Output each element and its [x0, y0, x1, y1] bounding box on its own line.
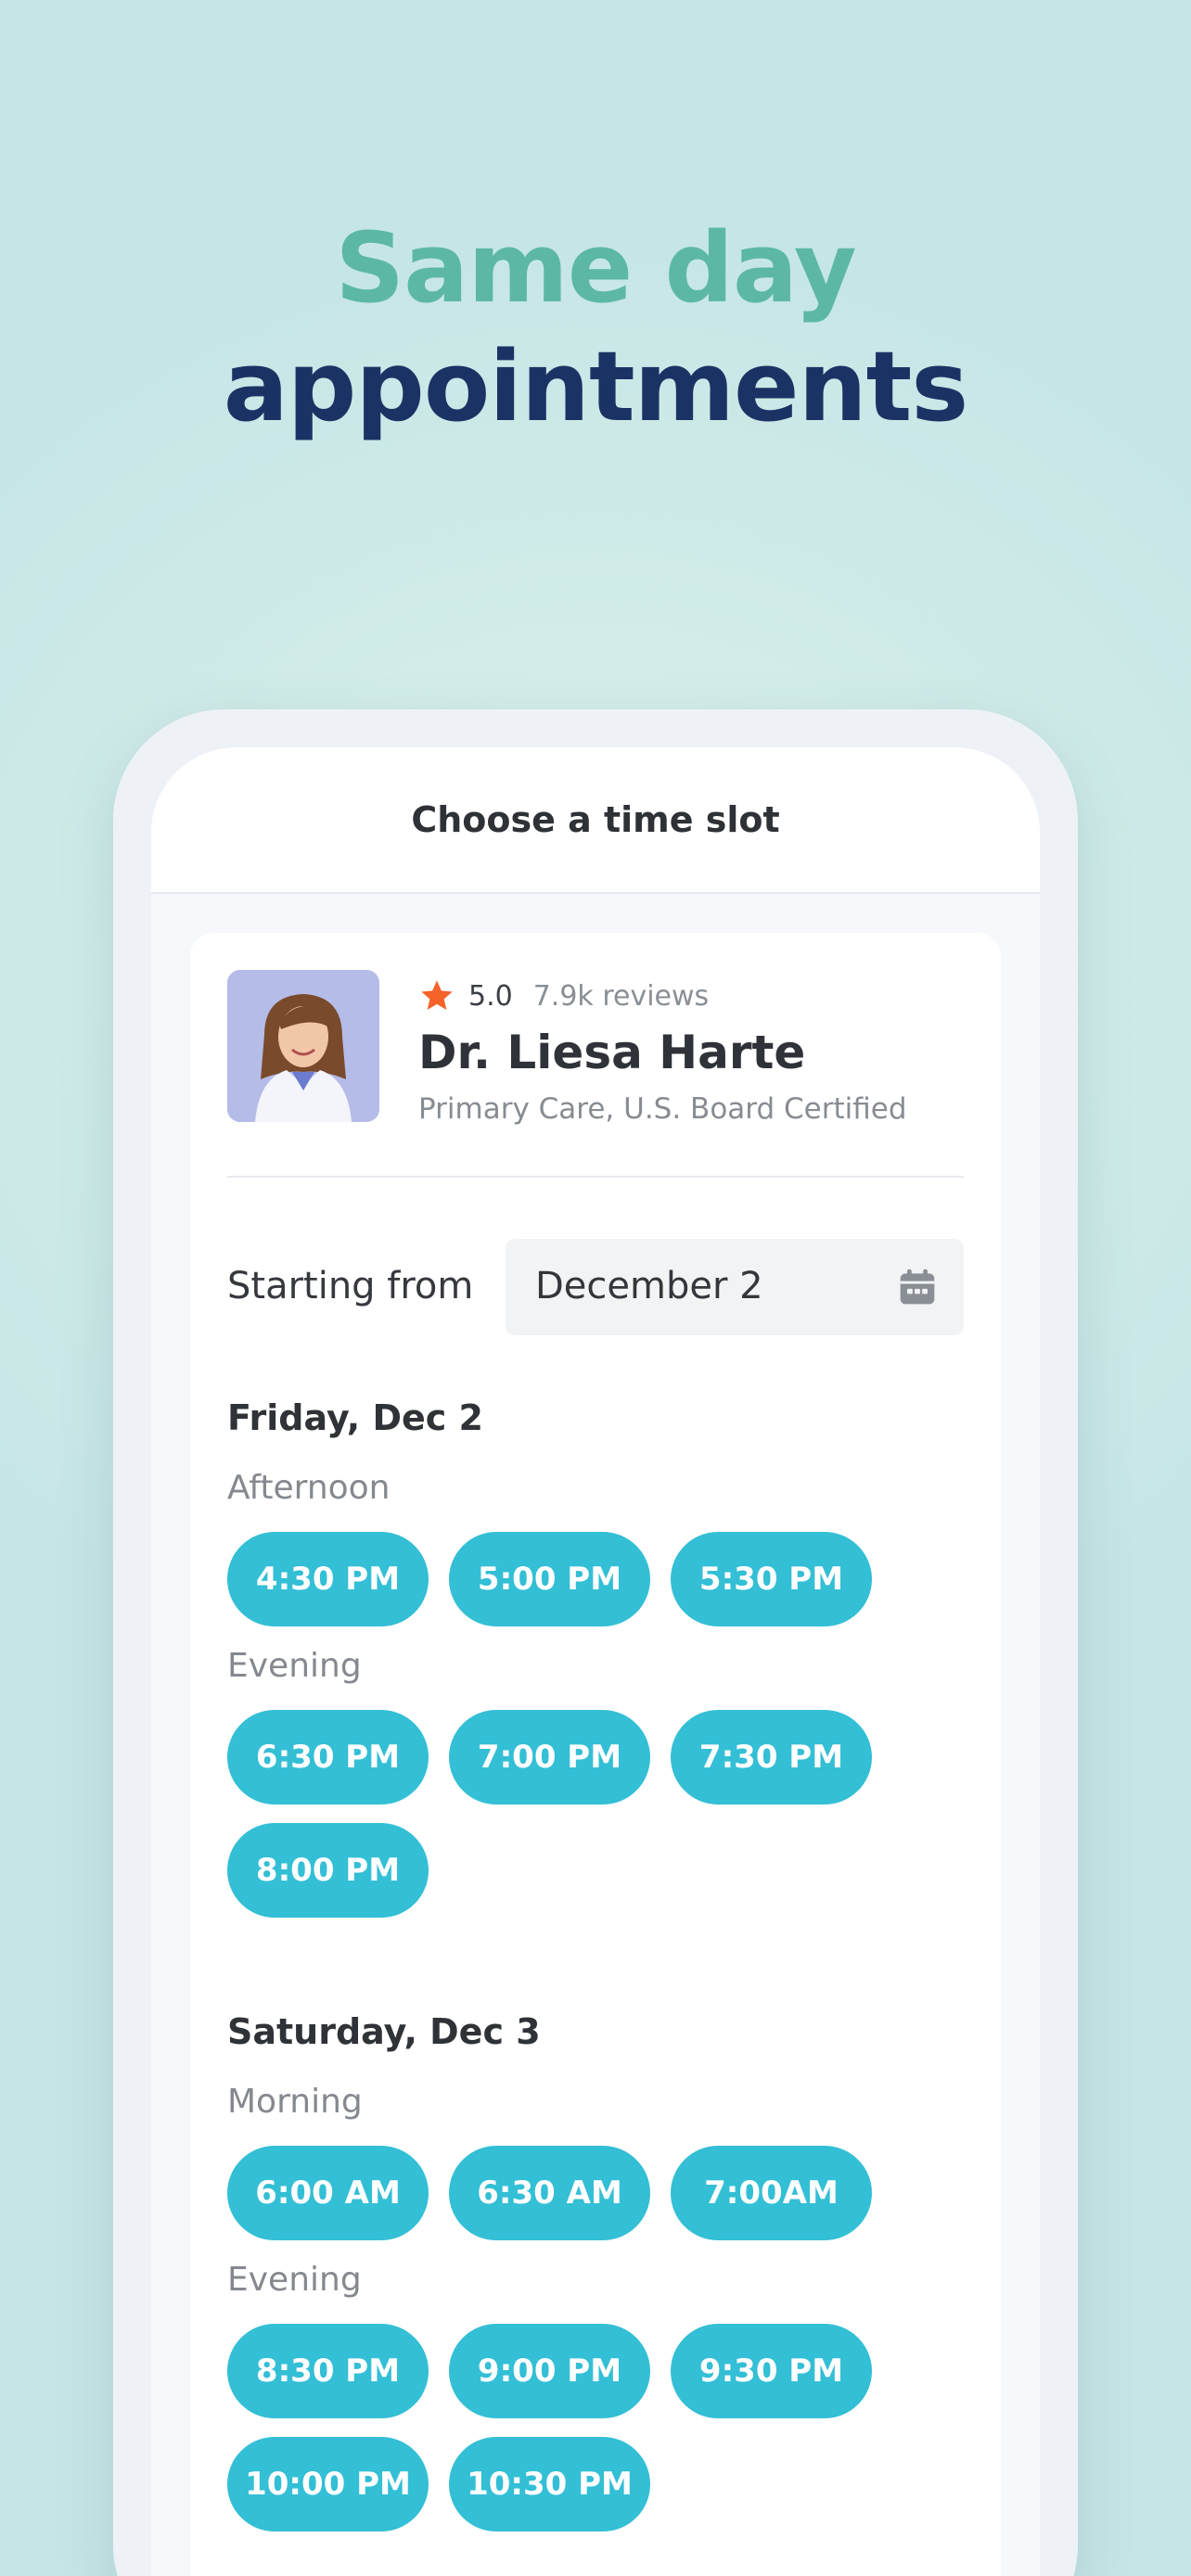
- doctor-info: 5.0 7.9k reviews Dr. Liesa Harte Primary…: [418, 970, 907, 1127]
- period-label: Evening: [227, 1647, 362, 1685]
- time-slot-button[interactable]: 10:30 PM: [449, 2437, 650, 2531]
- headline-line-1: Same day: [335, 211, 856, 325]
- period-label: Morning: [227, 2083, 363, 2121]
- headline-line-2: appointments: [223, 330, 968, 443]
- headline: Same day appointments: [0, 209, 1191, 446]
- slot-group: 6:30 PM 7:00 PM 7:30 PM 8:00 PM: [227, 1710, 932, 1918]
- time-slot-button[interactable]: 9:30 PM: [671, 2324, 872, 2418]
- doctor-avatar: [227, 970, 379, 1122]
- date-value: December 2: [535, 1265, 763, 1307]
- starting-from-row: Starting from December 2: [227, 1239, 964, 1335]
- time-slot-button[interactable]: 7:00AM: [671, 2146, 872, 2240]
- doctor-summary[interactable]: 5.0 7.9k reviews Dr. Liesa Harte Primary…: [227, 970, 964, 1126]
- time-slot-button[interactable]: 6:30 PM: [227, 1710, 429, 1804]
- period-label: Evening: [227, 2261, 362, 2299]
- time-slot-button[interactable]: 5:30 PM: [671, 1532, 872, 1626]
- time-slot-button[interactable]: 9:00 PM: [449, 2324, 650, 2418]
- time-slot-button[interactable]: 8:00 PM: [227, 1823, 429, 1918]
- rating-value: 5.0: [468, 979, 513, 1013]
- slot-group: 4:30 PM 5:00 PM 5:30 PM: [227, 1532, 932, 1626]
- time-slot-button[interactable]: 7:00 PM: [449, 1710, 650, 1804]
- time-slot-button[interactable]: 7:30 PM: [671, 1710, 872, 1804]
- day-title: Friday, Dec 2: [227, 1397, 483, 1438]
- day-section-friday: Friday, Dec 2 Afternoon 4:30 PM 5:00 PM …: [227, 1395, 964, 1918]
- doctor-specialty: Primary Care, U.S. Board Certified: [418, 1092, 907, 1126]
- divider: [227, 1176, 964, 1178]
- period-label: Afternoon: [227, 1469, 391, 1507]
- time-slot-button[interactable]: 4:30 PM: [227, 1532, 429, 1626]
- rating-row: 5.0 7.9k reviews: [418, 970, 907, 1022]
- slot-group: 8:30 PM 9:00 PM 9:30 PM 10:00 PM 10:30 P…: [227, 2324, 932, 2531]
- time-slot-button[interactable]: 10:00 PM: [227, 2437, 429, 2531]
- time-slot-button[interactable]: 6:30 AM: [449, 2146, 650, 2240]
- doctor-name: Dr. Liesa Harte: [418, 1026, 806, 1079]
- review-count[interactable]: 7.9k reviews: [533, 980, 709, 1013]
- time-slot-button[interactable]: 6:00 AM: [227, 2146, 429, 2240]
- starting-from-label: Starting from: [227, 1265, 474, 1307]
- doctor-card: 5.0 7.9k reviews Dr. Liesa Harte Primary…: [190, 933, 1001, 2576]
- phone-screen: Choose a time slot 5.0 7.9k reviews Dr. …: [151, 747, 1040, 2576]
- time-slot-button[interactable]: 5:00 PM: [449, 1532, 650, 1626]
- screen-title: Choose a time slot: [411, 799, 780, 840]
- slot-group: 6:00 AM 6:30 AM 7:00AM: [227, 2146, 932, 2240]
- day-title: Saturday, Dec 3: [227, 2011, 541, 2052]
- day-section-saturday: Saturday, Dec 3 Morning 6:00 AM 6:30 AM …: [227, 2009, 964, 2531]
- date-picker-field[interactable]: December 2: [506, 1239, 964, 1335]
- time-slot-button[interactable]: 8:30 PM: [227, 2324, 429, 2418]
- calendar-icon: [900, 1269, 935, 1305]
- star-icon: [421, 980, 453, 1010]
- top-bar: Choose a time slot: [151, 747, 1040, 894]
